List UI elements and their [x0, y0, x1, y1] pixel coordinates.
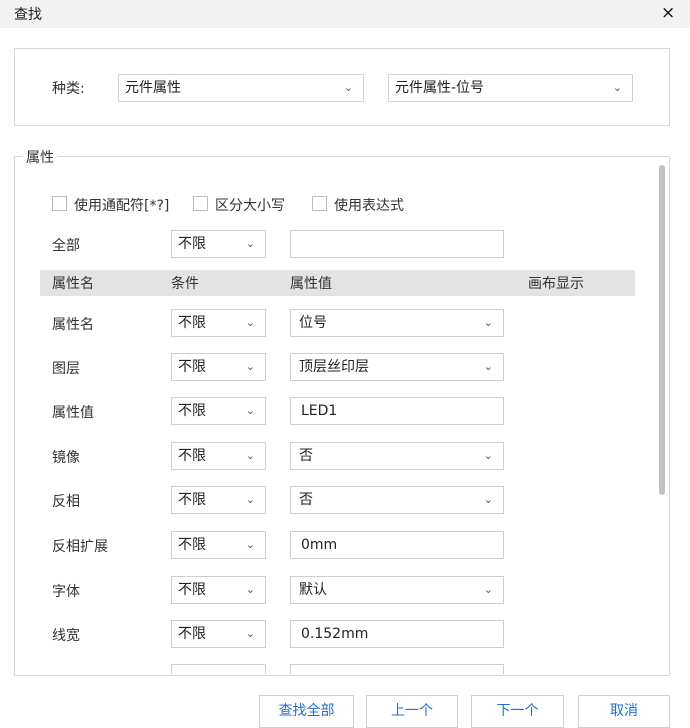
- chevron-down-icon: ⌄: [245, 316, 255, 329]
- chevron-down-icon: ⌄: [245, 583, 255, 596]
- chevron-down-icon: ⌄: [245, 538, 255, 551]
- condition-select[interactable]: 不限 ⌄: [171, 442, 266, 470]
- expression-checkbox[interactable]: 使用表达式: [312, 195, 412, 214]
- value-text: LED1: [301, 403, 338, 419]
- value-text: 默认: [299, 582, 327, 598]
- row-label: 线宽: [52, 628, 80, 644]
- condition-select-partial[interactable]: [171, 664, 266, 674]
- chevron-down-icon: ⌄: [245, 404, 255, 417]
- condition-value: 不限: [178, 315, 206, 331]
- next-button[interactable]: 下一个: [471, 695, 564, 728]
- chevron-down-icon: ⌄: [245, 360, 255, 373]
- chevron-down-icon: ⌄: [483, 449, 493, 462]
- condition-value: 不限: [178, 359, 206, 375]
- case-sensitive-checkbox-label: 区分大小写: [215, 198, 285, 214]
- chevron-down-icon: ⌄: [483, 583, 493, 596]
- value-text: 0.152mm: [301, 626, 369, 642]
- condition-select[interactable]: 不限 ⌄: [171, 397, 266, 425]
- value-field-partial[interactable]: [290, 664, 504, 674]
- all-label: 全部: [52, 238, 80, 254]
- value-text: 否: [299, 492, 313, 508]
- checkbox-box: [193, 196, 208, 211]
- condition-select[interactable]: 不限 ⌄: [171, 353, 266, 381]
- kind-select[interactable]: 元件属性 ⌄: [118, 74, 364, 102]
- all-condition-select[interactable]: 不限 ⌄: [171, 230, 266, 258]
- checkbox-box: [312, 196, 327, 211]
- chevron-down-icon: ⌄: [612, 81, 622, 94]
- value-text: 顶层丝印层: [299, 359, 369, 375]
- value-text: 0mm: [301, 537, 338, 553]
- chevron-down-icon: ⌄: [245, 493, 255, 506]
- cancel-button[interactable]: 取消: [578, 695, 670, 728]
- row-label: 反相: [52, 494, 80, 510]
- header-canvas-display: 画布显示: [528, 276, 584, 292]
- row-label: 属性值: [52, 405, 94, 421]
- row-label: 镜像: [52, 450, 80, 466]
- properties-legend: 属性: [22, 147, 58, 167]
- value-input[interactable]: LED1: [290, 397, 504, 425]
- header-name: 属性名: [52, 276, 94, 292]
- dialog-titlebar: 查找 ×: [0, 0, 690, 28]
- expression-checkbox-label: 使用表达式: [334, 198, 404, 214]
- chevron-down-icon: ⌄: [483, 493, 493, 506]
- chevron-down-icon: ⌄: [245, 237, 255, 250]
- value-text: 位号: [299, 315, 327, 331]
- kind-label: 种类:: [52, 81, 85, 97]
- properties-scrollbar[interactable]: [655, 165, 669, 673]
- condition-select[interactable]: 不限 ⌄: [171, 531, 266, 559]
- all-value-input[interactable]: [290, 230, 504, 258]
- case-sensitive-checkbox[interactable]: 区分大小写: [193, 195, 298, 214]
- condition-select[interactable]: 不限 ⌄: [171, 620, 266, 648]
- row-label: 图层: [52, 361, 80, 377]
- subkind-select[interactable]: 元件属性-位号 ⌄: [388, 74, 633, 102]
- previous-button[interactable]: 上一个: [366, 695, 458, 728]
- value-input[interactable]: 0mm: [290, 531, 504, 559]
- row-label: 反相扩展: [52, 539, 108, 555]
- condition-select[interactable]: 不限 ⌄: [171, 486, 266, 514]
- row-label: 字体: [52, 584, 80, 600]
- value-select[interactable]: 否 ⌄: [290, 442, 504, 470]
- condition-value: 不限: [178, 403, 206, 419]
- header-value: 属性值: [290, 276, 332, 292]
- subkind-select-value: 元件属性-位号: [395, 80, 485, 96]
- chevron-down-icon: ⌄: [483, 316, 493, 329]
- chevron-down-icon: ⌄: [343, 81, 353, 94]
- kind-select-value: 元件属性: [125, 80, 181, 96]
- value-select[interactable]: 默认 ⌄: [290, 576, 504, 604]
- condition-select[interactable]: 不限 ⌄: [171, 576, 266, 604]
- condition-value: 不限: [178, 626, 206, 642]
- header-condition: 条件: [171, 276, 199, 292]
- row-label: 属性名: [52, 317, 94, 333]
- all-condition-value: 不限: [178, 236, 206, 252]
- chevron-down-icon: ⌄: [245, 449, 255, 462]
- condition-value: 不限: [178, 537, 206, 553]
- condition-value: 不限: [178, 448, 206, 464]
- chevron-down-icon: ⌄: [483, 360, 493, 373]
- condition-select[interactable]: 不限 ⌄: [171, 309, 266, 337]
- value-text: 否: [299, 448, 313, 464]
- value-input[interactable]: 0.152mm: [290, 620, 504, 648]
- chevron-down-icon: ⌄: [245, 627, 255, 640]
- value-select[interactable]: 否 ⌄: [290, 486, 504, 514]
- find-all-button[interactable]: 查找全部: [259, 695, 354, 728]
- value-select[interactable]: 顶层丝印层 ⌄: [290, 353, 504, 381]
- value-select[interactable]: 位号 ⌄: [290, 309, 504, 337]
- checkbox-box: [52, 196, 67, 211]
- properties-table-header: 属性名 条件 属性值 画布显示: [40, 270, 635, 296]
- close-icon[interactable]: ×: [661, 3, 675, 23]
- dialog-title: 查找: [14, 7, 42, 23]
- condition-value: 不限: [178, 582, 206, 598]
- wildcard-checkbox-label: 使用通配符[*?]: [74, 198, 170, 214]
- wildcard-checkbox[interactable]: 使用通配符[*?]: [52, 195, 182, 214]
- condition-value: 不限: [178, 492, 206, 508]
- scrollbar-thumb[interactable]: [659, 165, 665, 495]
